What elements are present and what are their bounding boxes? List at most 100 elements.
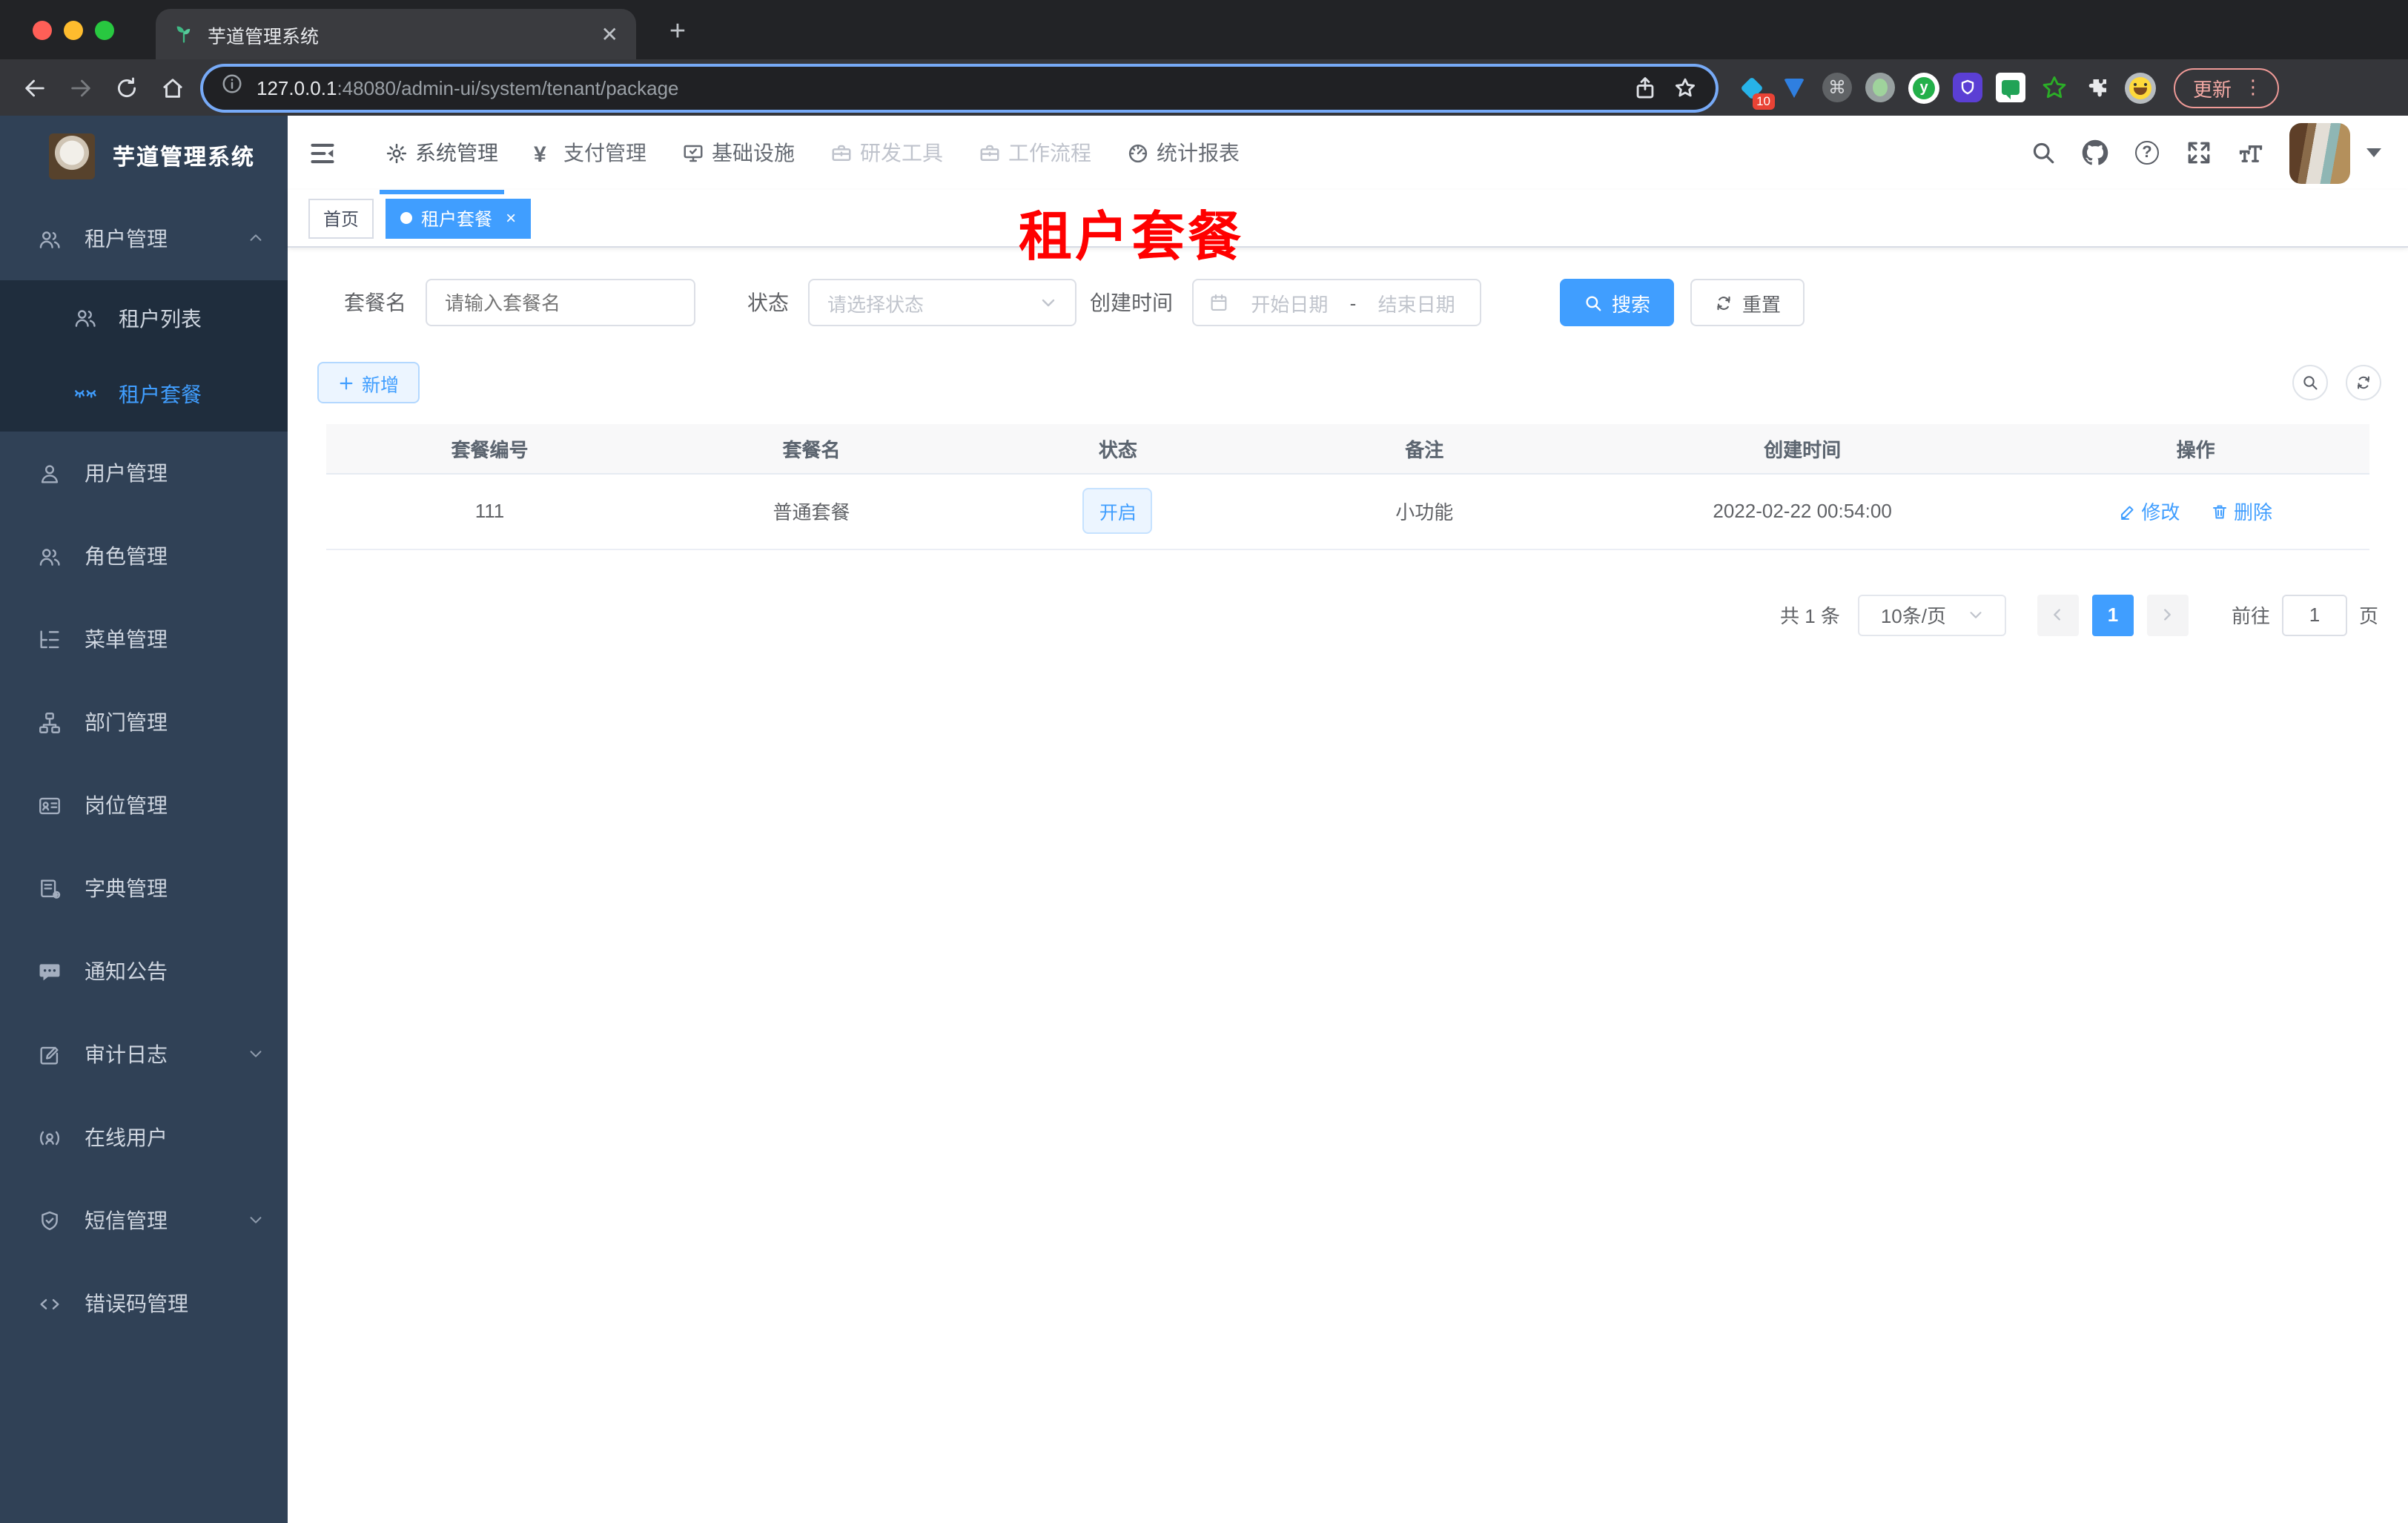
yen-icon: ¥ [534, 142, 546, 167]
list-toolbar: 新增 [317, 362, 2381, 403]
delete-link[interactable]: 删除 [2212, 497, 2272, 525]
calendar-icon [1208, 292, 1229, 313]
tag-tenant-package[interactable]: 租户套餐 × [386, 198, 532, 238]
sidebar-item-label: 在线用户 [85, 1126, 168, 1149]
sidebar-item-sms-management[interactable]: 短信管理 [0, 1179, 288, 1262]
trash-icon [2213, 504, 2227, 518]
org-chart-icon [37, 710, 62, 735]
top-menu-devtools[interactable]: 研发工具 [813, 116, 961, 190]
github-icon[interactable] [2082, 139, 2108, 166]
edit-label: 修改 [2141, 501, 2180, 523]
goto-page-input[interactable] [2281, 594, 2347, 635]
help-icon[interactable]: ? [2134, 139, 2160, 166]
tab-close-icon[interactable]: ✕ [601, 22, 618, 47]
extension-command-icon[interactable]: ⌘ [1822, 73, 1852, 102]
fullscreen-icon[interactable] [2186, 139, 2212, 166]
prev-page-button[interactable] [2037, 594, 2079, 635]
extension-shield-icon[interactable] [1953, 73, 1982, 102]
new-tab-button[interactable]: + [658, 15, 697, 50]
extension-dot-icon[interactable] [1865, 73, 1895, 102]
date-range-picker[interactable]: 开始日期 - 结束日期 [1192, 279, 1481, 326]
search-button[interactable]: 搜索 [1560, 279, 1675, 326]
collapse-sidebar-icon[interactable] [295, 116, 348, 190]
sidebar-item-menu-management[interactable]: 菜单管理 [0, 598, 288, 681]
site-info-icon[interactable] [221, 73, 243, 102]
extension-icons: 10 ⌘ y [1736, 72, 2156, 110]
avatar-caret-icon[interactable] [2366, 148, 2381, 157]
bookmark-star-icon[interactable] [1673, 75, 1698, 100]
browser-window: 芋道管理系统 ✕ + 127.0.0.1:48080/admin-ui/syst… [0, 0, 2408, 1523]
address-bar[interactable]: 127.0.0.1:48080/admin-ui/system/tenant/p… [203, 66, 1716, 109]
close-window-button[interactable] [33, 21, 52, 40]
next-page-button[interactable] [2146, 594, 2189, 635]
sidebar-item-audit-log[interactable]: 审计日志 [0, 1013, 288, 1096]
extension-emoji-icon[interactable] [2125, 72, 2156, 103]
sidebar-item-tenant-package[interactable]: 租户套餐 [0, 356, 288, 432]
sidebar-item-department-management[interactable]: 部门管理 [0, 681, 288, 764]
browser-menu-icon[interactable]: ⋮ [2243, 76, 2263, 99]
table-refresh-icon[interactable] [2346, 365, 2381, 400]
top-menu-workflow[interactable]: 工作流程 [961, 116, 1109, 190]
user-avatar[interactable] [2289, 122, 2350, 183]
page-title: 租户套餐 [1019, 206, 1245, 267]
page-number-1[interactable]: 1 [2091, 594, 2134, 635]
sidebar-item-tenant-management[interactable]: 租户管理 [0, 197, 288, 280]
sidebar-item-user-management[interactable]: 用户管理 [0, 432, 288, 515]
table-search-toggle-icon[interactable] [2292, 365, 2328, 400]
chevron-down-icon [1969, 612, 1981, 618]
reload-icon[interactable] [110, 71, 142, 104]
top-menu-report[interactable]: 统计报表 [1109, 116, 1257, 190]
users-icon [37, 544, 62, 569]
plus-icon [340, 376, 353, 389]
browser-tab[interactable]: 芋道管理系统 ✕ [156, 9, 636, 59]
url-text[interactable]: 127.0.0.1:48080/admin-ui/system/tenant/p… [257, 76, 1619, 99]
cell-created: 2022-02-22 00:54:00 [1582, 473, 2022, 549]
edit-link[interactable]: 修改 [2119, 497, 2180, 525]
sidebar-item-tenant-list[interactable]: 租户列表 [0, 280, 288, 356]
sidebar-item-role-management[interactable]: 角色管理 [0, 515, 288, 598]
top-menu-system[interactable]: 系统管理 [368, 116, 516, 194]
package-name-label: 套餐名 [344, 291, 406, 314]
extension-diamond-icon[interactable]: 10 [1736, 73, 1775, 110]
sidebar-item-notice[interactable]: 通知公告 [0, 930, 288, 1013]
maximize-window-button[interactable] [95, 21, 114, 40]
sidebar-item-label: 字典管理 [85, 876, 168, 900]
back-icon[interactable] [18, 71, 50, 104]
reset-button[interactable]: 重置 [1690, 279, 1805, 326]
sidebar-logo[interactable]: 芋道管理系统 [0, 116, 288, 197]
top-menu-pay[interactable]: ¥ 支付管理 [516, 116, 664, 190]
forward-icon[interactable] [64, 71, 96, 104]
status-select[interactable]: 请选择状态 [808, 279, 1076, 326]
minimize-window-button[interactable] [64, 21, 83, 40]
sidebar-item-error-code[interactable]: 错误码管理 [0, 1262, 288, 1345]
package-name-input[interactable] [426, 279, 695, 326]
top-menu-infra[interactable]: 基础设施 [664, 116, 813, 190]
browser-toolbar: 127.0.0.1:48080/admin-ui/system/tenant/p… [0, 59, 2408, 116]
extension-badge: 10 [1752, 93, 1775, 110]
pagination: 共 1 条 10条/页 1 前往 页 [326, 594, 2378, 635]
sidebar-item-online-users[interactable]: 在线用户 [0, 1096, 288, 1179]
extension-star-icon[interactable] [2039, 73, 2068, 102]
page-content: 套餐名 状态 请选择状态 创建时间 开始日期 - 结束日期 [288, 248, 2408, 635]
sidebar-item-label: 部门管理 [85, 710, 168, 734]
goto-label: 前往 [2231, 605, 2270, 627]
tag-home[interactable]: 首页 [308, 198, 374, 238]
chrome-update-button[interactable]: 更新 ⋮ [2174, 67, 2280, 108]
extension-gem-icon[interactable] [1779, 73, 1809, 102]
share-icon[interactable] [1633, 75, 1658, 100]
sidebar-item-dict-management[interactable]: 字典管理 [0, 847, 288, 930]
home-icon[interactable] [156, 71, 188, 104]
page-size-select[interactable]: 10条/页 [1857, 594, 2006, 635]
top-menu-label: 基础设施 [712, 141, 795, 165]
add-button[interactable]: 新增 [317, 362, 420, 403]
range-separator: - [1349, 291, 1357, 314]
extension-y-icon[interactable]: y [1908, 72, 1939, 103]
extensions-puzzle-icon[interactable] [2082, 73, 2111, 102]
browser-tab-strip: 芋道管理系统 ✕ + [0, 0, 2408, 59]
extension-chat-icon[interactable] [1996, 73, 2025, 102]
search-icon[interactable] [2030, 139, 2057, 166]
users-icon [37, 226, 62, 251]
sidebar-item-post-management[interactable]: 岗位管理 [0, 764, 288, 847]
tag-close-icon[interactable]: × [506, 208, 516, 228]
font-size-icon[interactable] [2237, 139, 2264, 166]
